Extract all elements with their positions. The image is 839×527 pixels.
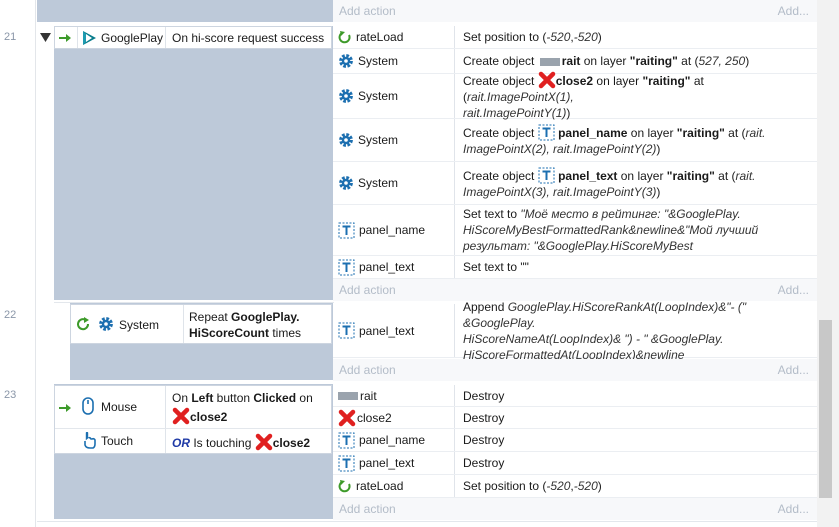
add-action-link[interactable]: Add action <box>339 283 396 297</box>
action-row[interactable]: panel_text Append GooglePlay.HiScoreRank… <box>333 299 817 362</box>
event-23-actions: rait Destroy close2 Destroy panel_name D… <box>333 385 817 520</box>
action-text: Create object rait on layer "raiting" at… <box>463 54 750 68</box>
text-object-icon <box>338 455 355 471</box>
add-action-row[interactable]: Add action Add... <box>333 0 817 22</box>
action-text: Set position to (-520, -520) <box>463 30 602 44</box>
rait-sprite-icon <box>338 391 358 400</box>
action-object-name: System <box>358 176 399 190</box>
action-object-name: System <box>358 89 399 103</box>
close2-icon <box>172 407 190 425</box>
gear-icon <box>339 54 353 68</box>
event-23-conditions[interactable]: Mouse On Left button Clicked on close2 To… <box>54 385 332 454</box>
add-action-link[interactable]: Add action <box>339 502 396 516</box>
action-object-name: panel_text <box>359 260 415 274</box>
action-object-name: panel_name <box>359 223 426 237</box>
action-object-name: rait <box>360 388 377 403</box>
event-21-actions: rateLoad Set position to (-520, -520) Sy… <box>333 26 817 301</box>
action-object-name: panel_name <box>359 433 426 447</box>
action-object-name: panel_text <box>359 456 415 470</box>
close2-icon <box>538 71 555 89</box>
event-number: 21 <box>4 31 17 43</box>
condition-text: On hi-score request success <box>172 31 325 45</box>
mouse-icon <box>82 397 94 415</box>
event-21-block[interactable] <box>54 26 333 300</box>
add-more-link[interactable]: Add... <box>778 502 809 516</box>
googleplay-icon <box>83 31 96 45</box>
add-action-link[interactable]: Add action <box>339 4 396 18</box>
close2-icon <box>255 433 272 451</box>
action-text: Append GooglePlay.HiScoreRankAt(LoopInde… <box>463 299 747 362</box>
rateload-icon <box>338 480 351 493</box>
add-more-link[interactable]: Add... <box>778 283 809 297</box>
event-number: 23 <box>4 389 17 401</box>
touch-icon <box>84 432 96 449</box>
add-action-link[interactable]: Add action <box>339 363 396 377</box>
text-object-icon <box>338 432 355 448</box>
action-row[interactable]: panel_name Set text to "Моё место в рейт… <box>333 205 817 256</box>
condition-text: OR Is touching close2 <box>172 433 310 452</box>
previous-event-block[interactable] <box>37 0 333 22</box>
gear-icon <box>339 176 353 190</box>
action-text: Destroy <box>463 410 505 425</box>
gutter-line <box>35 0 36 527</box>
trigger-arrow-icon <box>59 404 71 412</box>
add-more-link[interactable]: Add... <box>778 4 809 18</box>
gear-icon <box>99 317 113 331</box>
text-object-icon <box>538 167 555 183</box>
action-text: Set text to "" <box>463 260 529 274</box>
rait-sprite-icon <box>539 57 560 66</box>
action-row[interactable]: close2 Destroy <box>333 407 817 429</box>
action-object-name: close2 <box>357 410 392 425</box>
add-action-row[interactable]: Add action Add... <box>333 498 817 520</box>
condition-text: Repeat GooglePlay. HiScoreCount times <box>189 310 302 340</box>
action-row[interactable]: panel_name Destroy <box>333 429 817 452</box>
text-object-icon <box>338 322 355 339</box>
trigger-arrow-icon <box>59 34 71 42</box>
action-row[interactable]: rateLoad Set position to (-520, -520) <box>333 475 817 498</box>
add-action-row[interactable]: Add action Add... <box>333 359 817 381</box>
add-more-link[interactable]: Add... <box>778 363 809 377</box>
collapse-triangle-icon[interactable] <box>40 33 51 42</box>
gear-icon <box>339 133 353 147</box>
repeat-icon <box>77 317 90 331</box>
text-object-icon <box>338 222 355 238</box>
action-object-name: panel_text <box>359 323 415 338</box>
event-number: 22 <box>4 309 17 321</box>
action-object-name: rateLoad <box>356 30 404 44</box>
action-object-name: System <box>358 133 399 147</box>
rateload-icon <box>338 31 351 44</box>
action-text: Set position to (-520, -520) <box>463 479 602 493</box>
condition-object-name: System <box>119 318 160 332</box>
event-22-condition[interactable]: System Repeat GooglePlay. HiScoreCount ti… <box>70 304 332 344</box>
action-row[interactable]: System Create object close2 on layer "ra… <box>333 71 817 120</box>
close2-icon <box>338 409 356 426</box>
action-row[interactable]: System Create object panel_text on layer… <box>333 162 817 205</box>
action-text: Destroy <box>463 388 505 403</box>
text-object-icon <box>338 259 355 275</box>
condition-object-name: Mouse <box>101 400 138 414</box>
action-text: Create object close2 on layer "raiting" … <box>463 71 811 120</box>
action-text: Create object panel_name on layer "raiti… <box>463 124 766 156</box>
action-row[interactable]: rait Destroy <box>333 385 817 407</box>
condition-text: On Left button Clicked on close2 <box>172 391 313 425</box>
scrollbar-thumb[interactable] <box>819 320 832 498</box>
action-object-name: rateLoad <box>356 479 404 493</box>
action-row[interactable]: rateLoad Set position to (-520, -520) <box>333 26 817 49</box>
condition-object-name: GooglePlay <box>101 31 164 45</box>
action-row[interactable]: System Create object panel_name on layer… <box>333 119 817 162</box>
action-text: Destroy <box>463 433 505 447</box>
gear-icon <box>339 89 353 103</box>
action-text: Create object panel_text on layer "raiti… <box>463 167 756 199</box>
condition-object-name: Touch <box>101 434 134 448</box>
event-22-actions: panel_text Append GooglePlay.HiScoreRank… <box>333 299 817 381</box>
action-object-name: System <box>358 54 399 68</box>
action-text: Set text to "Моё место в рейтинге: "&Goo… <box>463 207 759 253</box>
text-object-icon <box>538 124 555 140</box>
action-row[interactable]: panel_text Destroy <box>333 452 817 475</box>
action-text: Destroy <box>463 456 505 470</box>
event-21-condition[interactable]: GooglePlay On hi-score request success <box>54 26 332 49</box>
action-row[interactable]: panel_text Set text to "" <box>333 256 817 279</box>
